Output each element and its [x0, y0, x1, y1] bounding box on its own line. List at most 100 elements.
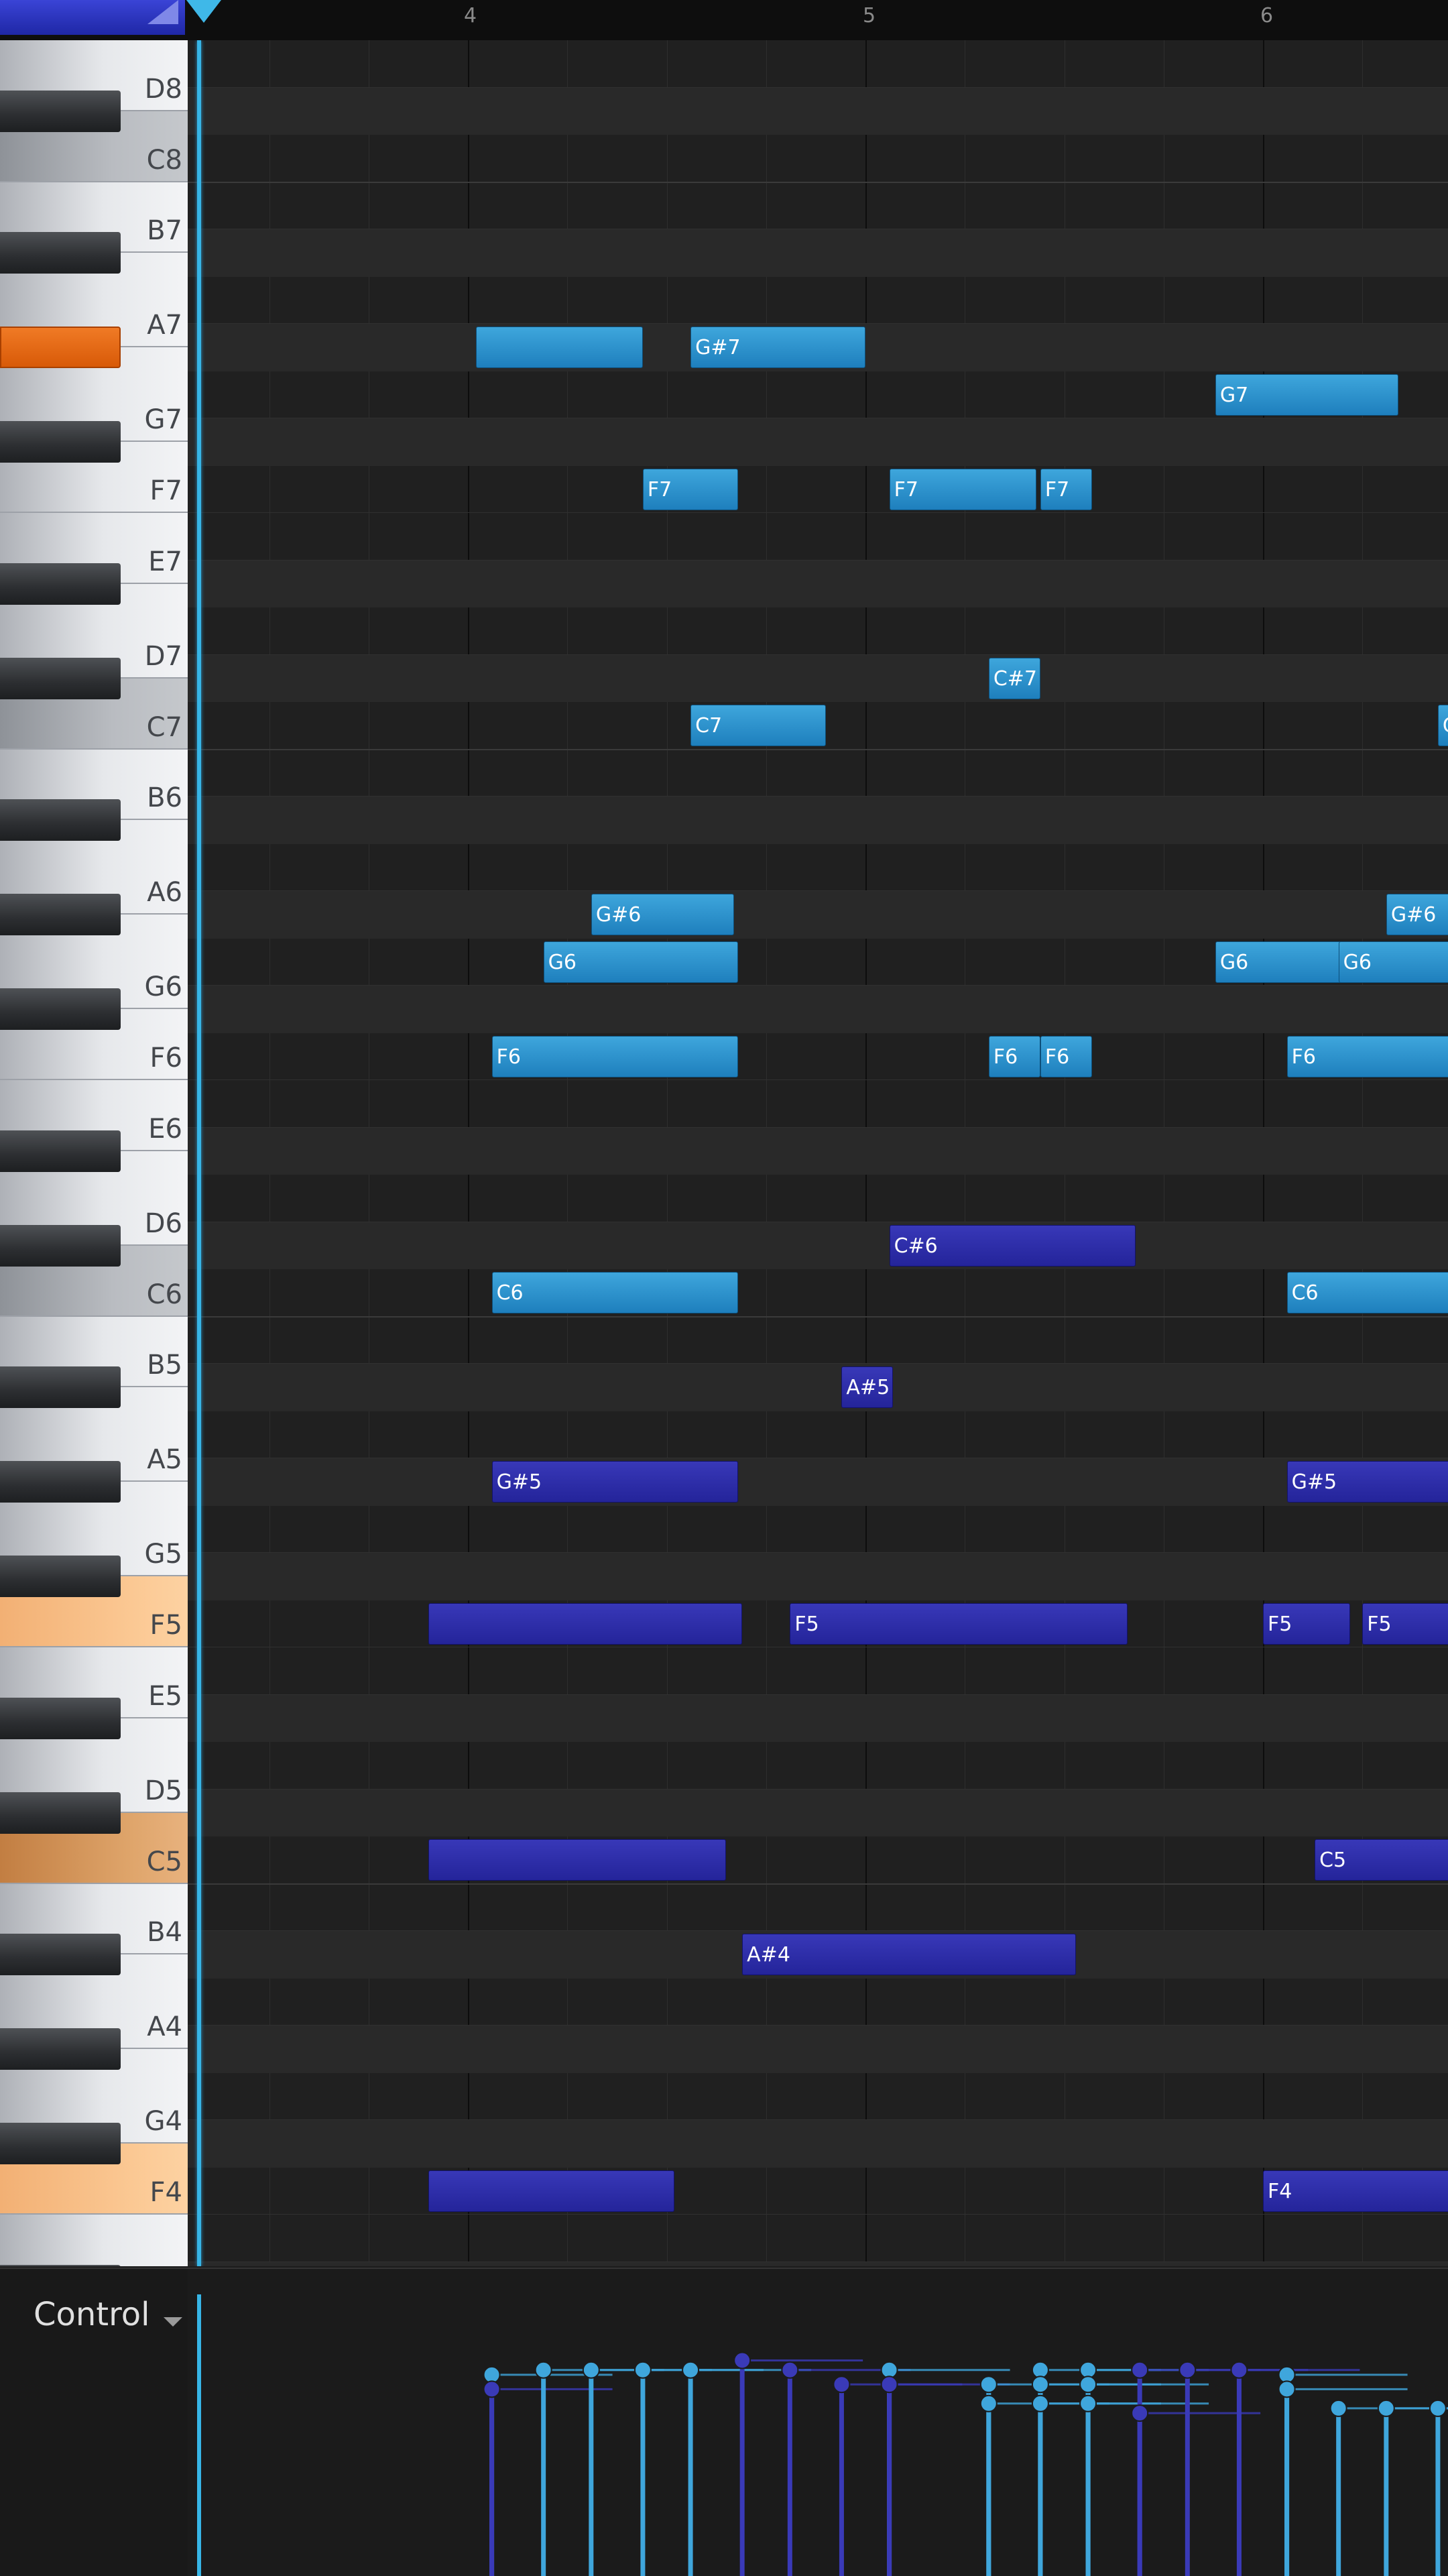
key-label: G5 — [144, 1539, 182, 1570]
black-key-row — [188, 891, 1448, 939]
key-label: A6 — [147, 877, 182, 909]
note-g7[interactable]: G7 — [1215, 373, 1398, 416]
note-f5[interactable]: F5 — [1362, 1602, 1448, 1645]
key-label: A7 — [147, 310, 182, 341]
note-f6[interactable]: F6 — [1286, 1035, 1448, 1077]
piano-key-dsharp6[interactable] — [0, 1130, 121, 1172]
piano-key-asharp6[interactable] — [0, 799, 121, 841]
note-f7[interactable]: F7 — [889, 468, 1036, 510]
black-key-row — [188, 229, 1448, 277]
key-label: F7 — [149, 475, 182, 506]
black-key-row — [188, 418, 1448, 466]
note-f4[interactable] — [428, 2170, 675, 2212]
note-csharp7[interactable]: C#7 — [988, 657, 1040, 699]
black-key-row — [188, 1222, 1448, 1269]
note-f7[interactable]: F7 — [1040, 468, 1092, 510]
note-f6[interactable]: F6 — [1040, 1035, 1092, 1077]
note-f5[interactable]: F5 — [790, 1602, 1128, 1645]
black-key-row — [188, 1789, 1448, 1836]
piano-key-asharp7[interactable] — [0, 232, 121, 274]
note-f5[interactable] — [428, 1602, 743, 1645]
piano-key-dsharp4[interactable] — [0, 2264, 121, 2266]
piano-key-gsharp7[interactable] — [0, 327, 121, 368]
key-label: B7 — [147, 215, 182, 247]
note-c7[interactable]: C7 — [690, 705, 826, 746]
note-c5[interactable] — [428, 1839, 727, 1881]
note-f7[interactable]: F7 — [642, 468, 739, 510]
velocity-stem[interactable] — [1429, 2399, 1448, 2576]
key-label: F6 — [149, 1043, 182, 1073]
key-label: G4 — [144, 2106, 182, 2138]
note-c6[interactable]: C6 — [1286, 1272, 1448, 1313]
key-label: F5 — [149, 1610, 182, 1641]
piano-key-asharp5[interactable] — [0, 1366, 121, 1408]
row-divider — [188, 512, 1448, 513]
black-key-row — [188, 1364, 1448, 1411]
note-f5[interactable]: F5 — [1263, 1602, 1351, 1645]
row-divider — [188, 1883, 1448, 1885]
timeline-ruler[interactable]: 4 5 6 — [0, 0, 1448, 41]
playhead-line — [197, 40, 201, 2266]
note-gsharp5[interactable]: G#5 — [1286, 1461, 1448, 1503]
piano-key-csharp5[interactable] — [0, 1792, 121, 1834]
ruler-corner[interactable] — [0, 0, 185, 35]
black-key-row — [188, 1127, 1448, 1175]
row-divider — [188, 2214, 1448, 2215]
black-key-row — [188, 2262, 1448, 2266]
piano-keyboard[interactable]: D8 C8 B7 A7 G7 F7 E7 D7 C7 B6 A6 G6 F6 E6 D6 C6 B5 A5 G5 F5… — [0, 40, 188, 2266]
piano-key-gsharp6[interactable] — [0, 894, 121, 935]
control-lane[interactable]: Control — [0, 2268, 1448, 2576]
piano-key-e4[interactable] — [0, 2215, 188, 2266]
key-label: G7 — [144, 404, 182, 436]
note-grid[interactable]: G#7G7F7F7F7C#7C#7C7C7G#6G#6G6G6G6G6F6F6F… — [188, 40, 1448, 2266]
key-label: A4 — [147, 2011, 182, 2043]
piano-key-dsharp5[interactable] — [0, 1697, 121, 1739]
black-key-row — [188, 560, 1448, 607]
piano-key-asharp4[interactable] — [0, 1934, 121, 1975]
key-label: C6 — [146, 1279, 182, 1310]
piano-key-dsharp7[interactable] — [0, 563, 121, 605]
note-g6[interactable]: G6 — [1338, 941, 1448, 983]
key-label: D7 — [144, 640, 182, 672]
key-label: C5 — [146, 1846, 182, 1877]
note-f6[interactable]: F6 — [988, 1035, 1040, 1077]
note-g6[interactable]: G6 — [543, 941, 739, 983]
piano-key-fsharp6[interactable] — [0, 988, 121, 1030]
piano-key-csharp6[interactable] — [0, 1224, 121, 1267]
note-gsharp5[interactable]: G#5 — [491, 1461, 739, 1503]
key-label: C8 — [146, 144, 182, 176]
black-key-row — [188, 654, 1448, 702]
playhead-line — [197, 2294, 201, 2576]
key-label: E5 — [148, 1680, 182, 1712]
row-divider — [188, 181, 1448, 183]
piano-key-fsharp4[interactable] — [0, 2123, 121, 2164]
note-gsharp6[interactable]: G#6 — [591, 894, 735, 935]
note-c6[interactable]: C6 — [491, 1272, 739, 1313]
note-c7[interactable]: C7 — [1437, 705, 1448, 746]
note-asharp5[interactable]: A#5 — [841, 1366, 894, 1408]
piano-key-fsharp5[interactable] — [0, 1556, 121, 1597]
piano-key-csharp8[interactable] — [0, 90, 121, 132]
key-label: B6 — [147, 782, 182, 814]
piano-key-fsharp7[interactable] — [0, 421, 121, 463]
chevron-down-icon[interactable] — [164, 2317, 182, 2327]
black-key-row — [188, 1458, 1448, 1506]
note-c5[interactable]: C5 — [1315, 1839, 1448, 1881]
note-gsharp7[interactable]: G#7 — [690, 327, 865, 368]
velocity-stem[interactable] — [1329, 2399, 1448, 2576]
note-f4[interactable]: F4 — [1263, 2170, 1448, 2212]
note-gsharp6[interactable]: G#6 — [1386, 894, 1448, 935]
note-f6[interactable]: F6 — [491, 1035, 739, 1077]
velocity-lane[interactable] — [188, 2269, 1448, 2576]
piano-key-csharp7[interactable] — [0, 657, 121, 699]
piano-key-gsharp5[interactable] — [0, 1461, 121, 1503]
control-selector-label[interactable]: Control — [34, 2296, 150, 2333]
note-asharp4[interactable]: A#4 — [742, 1934, 1077, 1975]
key-label: A5 — [147, 1444, 182, 1476]
note-csharp6[interactable]: C#6 — [889, 1224, 1136, 1267]
playhead-marker-icon[interactable] — [186, 0, 221, 23]
piano-key-gsharp4[interactable] — [0, 2028, 121, 2070]
key-label: G6 — [144, 972, 182, 1003]
velocity-stem[interactable] — [833, 2376, 963, 2576]
note-gsharp7[interactable] — [475, 327, 643, 368]
